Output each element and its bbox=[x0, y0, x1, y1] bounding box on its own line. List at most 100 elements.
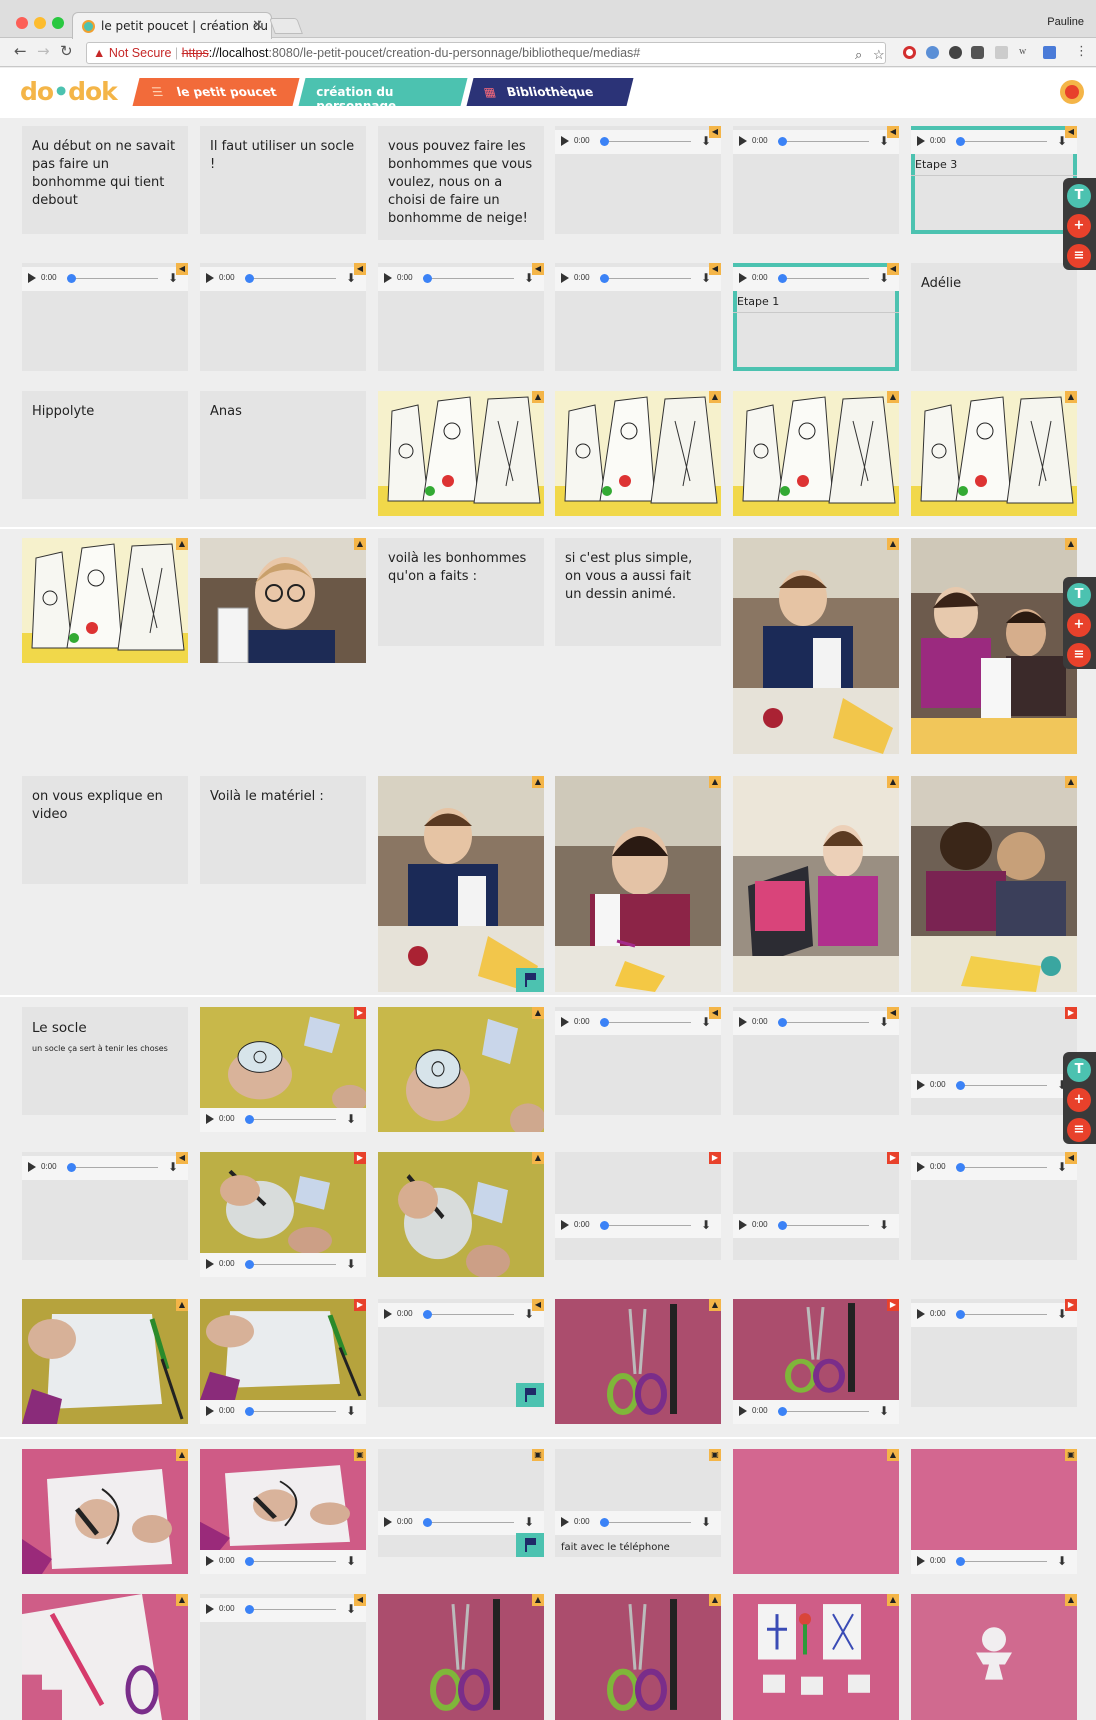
add-text-icon[interactable]: T bbox=[1067, 1058, 1091, 1082]
text-card[interactable]: Anas bbox=[200, 391, 366, 499]
media-player[interactable]: 0:00 ⬇ bbox=[22, 1156, 188, 1180]
ext-w-icon[interactable]: w bbox=[1019, 46, 1032, 59]
flag-icon[interactable] bbox=[516, 968, 544, 992]
media-player[interactable]: 0:00 ⬇ bbox=[378, 1303, 544, 1327]
image-card[interactable]: ▲ bbox=[22, 1299, 188, 1424]
seek-knob[interactable] bbox=[778, 274, 787, 283]
image-card[interactable]: ▲ bbox=[555, 391, 721, 516]
seek-bar[interactable] bbox=[245, 1411, 336, 1412]
flag-icon[interactable] bbox=[516, 1533, 544, 1557]
seek-bar[interactable] bbox=[778, 1225, 869, 1226]
play-icon[interactable] bbox=[917, 1556, 925, 1566]
seek-bar[interactable] bbox=[67, 1167, 158, 1168]
play-icon[interactable] bbox=[739, 1406, 747, 1416]
play-icon[interactable] bbox=[561, 1517, 569, 1527]
back-icon[interactable]: ← bbox=[14, 42, 27, 60]
download-icon[interactable]: ⬇ bbox=[346, 1112, 356, 1126]
media-player[interactable]: 0:00 ⬇ bbox=[555, 267, 721, 291]
download-icon[interactable]: ⬇ bbox=[701, 1515, 711, 1529]
address-bar[interactable]: ▲ Not Secure | https://localhost:8080/le… bbox=[86, 42, 886, 64]
seek-knob[interactable] bbox=[245, 1260, 254, 1269]
image-card[interactable]: ▲ bbox=[378, 1594, 544, 1720]
new-tab-button[interactable] bbox=[269, 18, 303, 34]
audio-card[interactable]: 0:00 ⬇ Etape 1 ◀ bbox=[733, 263, 899, 371]
seek-knob[interactable] bbox=[423, 1310, 432, 1319]
seek-knob[interactable] bbox=[956, 137, 965, 146]
audio-card[interactable]: 0:00 ⬇ Etape 3 ◀ bbox=[911, 126, 1077, 234]
media-player[interactable]: 0:00 ⬇ bbox=[911, 1303, 1077, 1327]
seek-bar[interactable] bbox=[778, 1411, 869, 1412]
audio-card[interactable]: 0:00 ⬇ ◀ bbox=[733, 1007, 899, 1115]
seek-bar[interactable] bbox=[956, 1561, 1047, 1562]
play-icon[interactable] bbox=[561, 136, 569, 146]
seek-bar[interactable] bbox=[956, 141, 1047, 142]
text-card[interactable]: Adélie bbox=[911, 263, 1077, 371]
media-player[interactable]: 0:00 ⬇ bbox=[555, 1214, 721, 1238]
audio-card[interactable]: 0:00 ⬇ ▶ bbox=[733, 1152, 899, 1260]
audio-card[interactable]: 0:00 ⬇ ◀ bbox=[555, 126, 721, 234]
seek-knob[interactable] bbox=[778, 1407, 787, 1416]
play-icon[interactable] bbox=[206, 1604, 214, 1614]
add-text-icon[interactable]: T bbox=[1067, 583, 1091, 607]
dodok-logo[interactable]: do•dok bbox=[20, 77, 118, 106]
stopmotion-card[interactable]: 0:00 ⬇ ▣ bbox=[378, 1449, 544, 1557]
text-card[interactable]: si c'est plus simple, on vous a aussi fa… bbox=[555, 538, 721, 646]
reload-icon[interactable]: ↻ bbox=[60, 42, 73, 60]
seek-knob[interactable] bbox=[423, 274, 432, 283]
play-icon[interactable] bbox=[206, 1259, 214, 1269]
seek-knob[interactable] bbox=[956, 1081, 965, 1090]
media-player[interactable]: 0:00 ⬇ bbox=[378, 1511, 544, 1535]
translate-icon[interactable] bbox=[1043, 46, 1056, 59]
list-view-icon[interactable]: ≡ bbox=[1067, 1118, 1091, 1142]
text-card[interactable]: Voilà le matériel : bbox=[200, 776, 366, 884]
seek-knob[interactable] bbox=[600, 1018, 609, 1027]
audio-card[interactable]: 0:00 ⬇ ◀ bbox=[555, 263, 721, 371]
seek-knob[interactable] bbox=[245, 1557, 254, 1566]
seek-bar[interactable] bbox=[778, 1022, 869, 1023]
media-player[interactable]: 0:00 ⬇ bbox=[200, 1598, 366, 1622]
image-card[interactable]: ▲ bbox=[733, 776, 899, 992]
image-card[interactable]: 0:00 ⬇ ▶ bbox=[200, 1299, 366, 1424]
image-card[interactable]: ▲ bbox=[555, 1594, 721, 1720]
audio-card[interactable]: 0:00 ⬇ ◀ bbox=[378, 1299, 544, 1407]
seek-bar[interactable] bbox=[956, 1167, 1047, 1168]
audio-card[interactable]: 0:00 ⬇ ◀ bbox=[911, 1152, 1077, 1260]
text-card[interactable]: Il faut utiliser un socle ! bbox=[200, 126, 366, 234]
seek-knob[interactable] bbox=[778, 1221, 787, 1230]
image-card[interactable]: ▲ bbox=[22, 1449, 188, 1574]
seek-knob[interactable] bbox=[245, 1115, 254, 1124]
seek-bar[interactable] bbox=[600, 1225, 691, 1226]
breadcrumb-project[interactable]: ☰ le petit poucet bbox=[132, 78, 300, 106]
ext-page-icon[interactable] bbox=[995, 46, 1008, 59]
ext-search-icon[interactable] bbox=[949, 46, 962, 59]
list-view-icon[interactable]: ≡ bbox=[1067, 643, 1091, 667]
media-player[interactable]: 0:00 ⬇ bbox=[200, 1108, 366, 1132]
seek-bar[interactable] bbox=[423, 278, 514, 279]
audio-card[interactable]: 0:00 ⬇ ◀ bbox=[378, 263, 544, 371]
add-text-icon[interactable]: T bbox=[1067, 184, 1091, 208]
audio-card[interactable]: 0:00 ⬇ ◀ bbox=[22, 263, 188, 371]
seek-bar[interactable] bbox=[245, 1561, 336, 1562]
image-card[interactable]: ▲ bbox=[200, 538, 366, 663]
seek-bar[interactable] bbox=[245, 278, 336, 279]
download-icon[interactable]: ⬇ bbox=[879, 1404, 889, 1418]
seek-knob[interactable] bbox=[245, 1407, 254, 1416]
play-icon[interactable] bbox=[206, 1114, 214, 1124]
opera-ext-icon[interactable] bbox=[903, 46, 916, 59]
seek-knob[interactable] bbox=[423, 1518, 432, 1527]
seek-bar[interactable] bbox=[600, 278, 691, 279]
seek-knob[interactable] bbox=[956, 1310, 965, 1319]
record-button[interactable] bbox=[1060, 80, 1084, 104]
seek-knob[interactable] bbox=[956, 1557, 965, 1566]
seek-knob[interactable] bbox=[956, 1163, 965, 1172]
media-player[interactable]: 0:00 ⬇ bbox=[911, 1550, 1077, 1574]
media-player[interactable]: 0:00 ⬇ bbox=[200, 1253, 366, 1277]
play-icon[interactable] bbox=[561, 273, 569, 283]
menu-icon[interactable]: ⋮ bbox=[1075, 44, 1088, 59]
close-tab-icon[interactable]: ✕ bbox=[252, 18, 263, 33]
text-card[interactable]: vous pouvez faire les bonhommes que vous… bbox=[378, 126, 544, 240]
image-card[interactable]: 0:00 ⬇ ▶ bbox=[200, 1007, 366, 1132]
seek-bar[interactable] bbox=[67, 278, 158, 279]
seek-knob[interactable] bbox=[600, 1221, 609, 1230]
text-card[interactable]: Au début on ne savait pas faire un bonho… bbox=[22, 126, 188, 234]
